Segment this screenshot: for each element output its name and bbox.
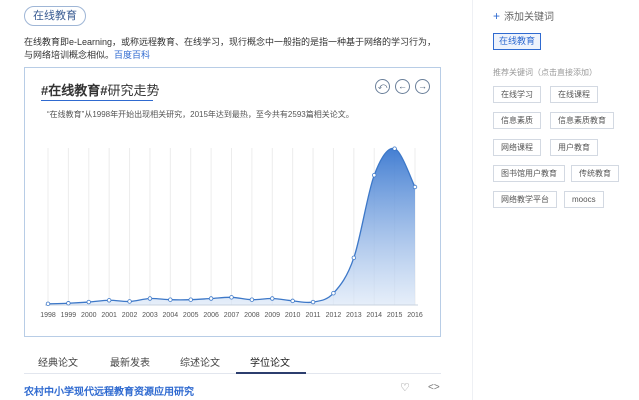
result-title[interactable]: 农村中小学现代远程教育资源应用研究 — [24, 383, 194, 398]
data-point — [168, 297, 173, 302]
x-tick-label: 1998 — [40, 312, 56, 319]
intro-source-link[interactable]: 百度百科 — [114, 50, 150, 60]
rec-tag[interactable]: 在线课程 — [550, 86, 598, 103]
keyword-sidebar: + 添加关键词 在线教育 推荐关键词（点击直接添加） 在线学习 在线课程 信息素质… — [472, 0, 639, 400]
tab-classic[interactable]: 经典论文 — [38, 354, 78, 369]
data-point — [86, 299, 91, 305]
rec-tag[interactable]: 图书馆用户教育 — [493, 165, 565, 182]
x-tick-label: 2003 — [142, 312, 158, 319]
code-icon[interactable]: <> — [428, 382, 440, 393]
rec-tag[interactable]: 信息素质教育 — [550, 112, 614, 129]
heart-icon[interactable]: ♡ — [400, 381, 410, 394]
x-tick-label: 2011 — [306, 312, 321, 319]
x-tick-label: 2012 — [326, 312, 342, 319]
data-point — [147, 296, 153, 301]
data-point — [66, 301, 71, 306]
data-point — [106, 298, 112, 303]
x-tick-label: 2005 — [183, 312, 199, 319]
intro-text: 在线教育即e-Learning，或称远程教育、在线学习，现行概念中一般指的是指一… — [24, 36, 442, 62]
plus-icon: + — [493, 9, 501, 23]
x-tick-label: 2009 — [264, 312, 280, 319]
rec-tag[interactable]: 传统教育 — [571, 165, 619, 182]
x-tick-label: 1999 — [61, 312, 77, 319]
data-point — [331, 290, 336, 296]
x-tick-label: 2004 — [163, 312, 179, 319]
data-point — [412, 184, 418, 190]
x-tick-label: 2002 — [122, 312, 138, 319]
intro-body: 在线教育即e-Learning，或称远程教育、在线学习，现行概念中一般指的是指一… — [24, 37, 437, 60]
keyword-pill[interactable]: 在线教育 — [24, 6, 86, 26]
rec-tag[interactable]: moocs — [564, 191, 604, 208]
x-tick-label: 2013 — [346, 312, 362, 319]
rec-tag[interactable]: 用户教育 — [550, 139, 598, 156]
x-tick-label: 2010 — [285, 312, 301, 319]
data-point — [229, 295, 234, 300]
data-point — [392, 146, 397, 151]
data-point — [372, 172, 377, 178]
current-keyword-tag[interactable]: 在线教育 — [493, 33, 542, 50]
data-point — [127, 299, 132, 304]
x-tick-label: 2014 — [366, 312, 382, 319]
tab-thesis[interactable]: 学位论文 — [250, 354, 290, 369]
x-tick-label: 2008 — [244, 312, 260, 319]
data-point — [188, 297, 193, 302]
main-panel: 在线教育 在线教育即e-Learning，或称远程教育、在线学习，现行概念中一般… — [0, 0, 456, 400]
data-point — [270, 296, 275, 301]
active-tab-underline — [236, 372, 306, 374]
trend-chart: 1998 1999 2000 2001 2002 2003 2004 2005 2006 2007… — [40, 146, 423, 319]
recommend-label: 推荐关键词（点击直接添加） — [493, 68, 597, 77]
add-keyword-label: 添加关键词 — [504, 12, 555, 23]
data-point — [45, 301, 51, 307]
x-tick-label: 2000 — [81, 312, 97, 319]
x-tick-label: 2015 — [387, 312, 403, 319]
rec-tag[interactable]: 信息素质 — [493, 112, 541, 129]
data-point — [351, 255, 357, 260]
x-tick-label: 2006 — [203, 312, 219, 319]
paper-tabs: 经典论文 最新发表 综述论文 学位论文 — [24, 350, 441, 374]
rec-tag[interactable]: 网络教学平台 — [493, 191, 557, 208]
data-point — [290, 298, 295, 304]
data-point — [208, 296, 214, 301]
rec-tag[interactable]: 网络课程 — [493, 139, 541, 156]
x-tick-label: 2007 — [224, 312, 240, 319]
x-tick-label: 2016 — [407, 312, 423, 319]
data-point — [249, 297, 255, 302]
rec-tag[interactable]: 在线学习 — [493, 86, 541, 103]
data-point — [310, 299, 316, 305]
x-tick-label: 2001 — [101, 312, 117, 319]
tab-latest[interactable]: 最新发表 — [110, 354, 150, 369]
trend-chart-card: #在线教育#研究走势 “在线教育”从1998年开始出现相关研究，2015年达到最… — [24, 67, 441, 337]
tab-review[interactable]: 综述论文 — [180, 354, 220, 369]
add-keyword-button[interactable]: + 添加关键词 — [493, 8, 554, 23]
